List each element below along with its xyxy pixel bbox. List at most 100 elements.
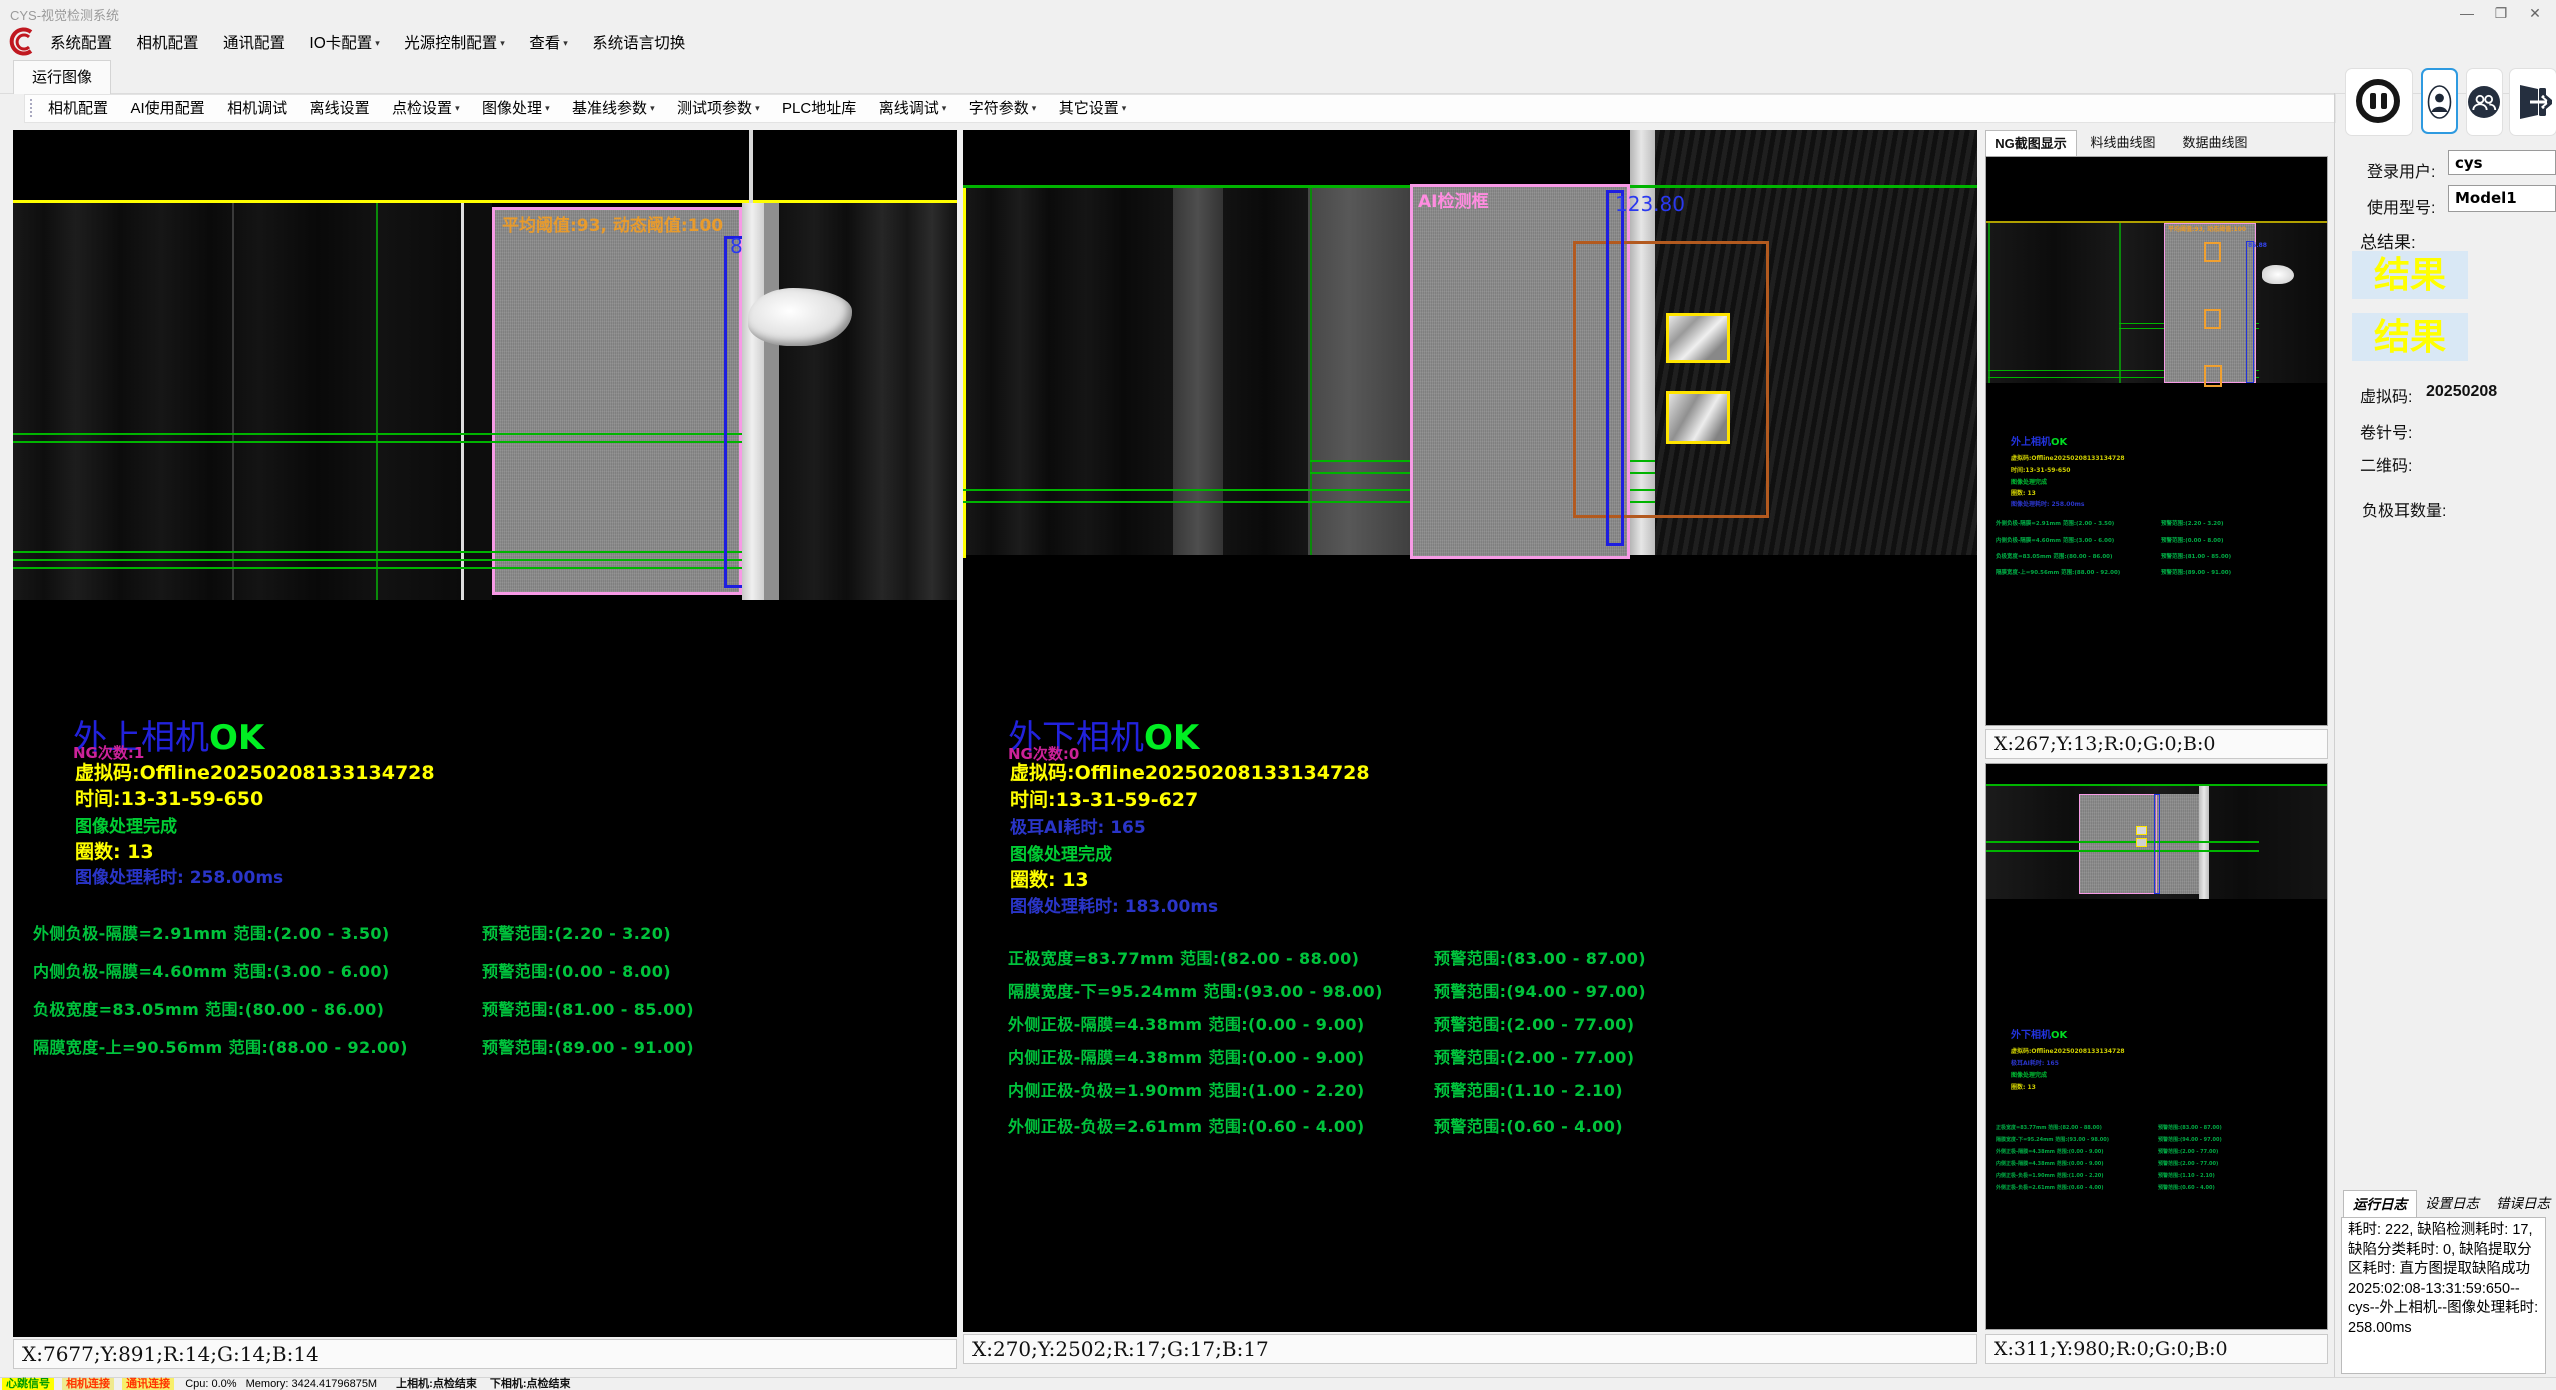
measurement-warn: 预警范围:(0.60 - 4.00) (1434, 1113, 1623, 1137)
tab-material-curve[interactable]: 料线曲线图 (2079, 130, 2167, 155)
mini-green-vline (1988, 223, 1990, 383)
menu-item-camera-config[interactable]: 相机配置 (126, 28, 208, 60)
tab-data-curve[interactable]: 数据曲线图 (2171, 130, 2259, 155)
user-button[interactable] (2421, 68, 2458, 134)
mini-blue-value: 85.88 (2248, 242, 2267, 249)
mini-meas: 内侧负极-隔膜=4.60mm 范围:(3.00 - 6.00) (1996, 536, 2114, 544)
menu-item-io-config[interactable]: IO卡配置▾ (299, 27, 389, 60)
toolbar-other-settings[interactable]: 其它设置▾ (1050, 95, 1136, 122)
toolbar-offline-debug[interactable]: 离线调试▾ (870, 95, 956, 122)
mini-film (1986, 223, 2327, 383)
time-line: 时间:13-31-59-650 (75, 784, 263, 811)
menu-item-language-switch[interactable]: 系统语言切换 (582, 28, 695, 60)
run-image-tab[interactable]: 运行图像 (13, 60, 111, 94)
pause-button[interactable] (2345, 68, 2413, 136)
menu-item-view[interactable]: 查看▾ (519, 27, 578, 60)
close-button[interactable]: ✕ (2518, 3, 2552, 23)
chevron-down-icon: ▾ (1032, 103, 1037, 113)
time-line: 时间:13-31-59-627 (1010, 785, 1198, 812)
measurement-row: 内侧正极-负极=1.90mm 范围:(1.00 - 2.20) (1008, 1077, 1365, 1101)
window-title: CYS-视觉检测系统 (10, 5, 119, 24)
chevron-down-icon: ▾ (1122, 103, 1127, 113)
gap-dark (464, 203, 492, 600)
measurement-warn: 预警范围:(0.00 - 8.00) (482, 958, 671, 982)
mini-meas: 外侧正极-隔膜=4.38mm 范围:(0.00 - 9.00) (1996, 1148, 2104, 1155)
ng-preview-2[interactable]: 外下相机OK 虚拟码:Offline20250208133134728 极耳AI… (1985, 763, 2328, 1330)
membrane-bright-column (742, 203, 764, 600)
toolbar-baseline-params[interactable]: 基准线参数▾ (563, 95, 664, 122)
mini-line: 时间:13-31-59-650 (2011, 465, 2070, 474)
ng-preview-1[interactable]: 平均阈值:93, 动态阈值:100 85.88 外上相机OK 虚拟码:Offli… (1985, 156, 2328, 726)
model-value[interactable]: Model1 (2448, 185, 2556, 212)
measurement-row: 隔膜宽度-下=95.24mm 范围:(93.00 - 98.00) (1008, 978, 1383, 1002)
virtual-code-label: 虚拟码: (2360, 383, 2412, 407)
film-strip (1223, 188, 1308, 555)
result-badge-2: 结果 (2352, 313, 2468, 361)
measurement-row: 外侧正极-负极=2.61mm 范围:(0.60 - 4.00) (1008, 1113, 1365, 1137)
mini-meas: 预警范围:(89.00 - 91.00) (2161, 568, 2231, 576)
measurement-row: 负极宽度=83.05mm 范围:(80.00 - 86.00) (33, 996, 384, 1020)
blue-measure-value: 123.80 (1615, 192, 1685, 216)
ai-box-label: AI检测框 (1418, 187, 1488, 212)
yellow-defect-box (1666, 313, 1730, 363)
menu-bar: 系统配置 相机配置 通讯配置 IO卡配置▾ 光源控制配置▾ 查看▾ 系统语言切换 (0, 26, 2556, 60)
memory-usage: Memory: 3424.41796875M (246, 1378, 377, 1390)
toolbar-offline-settings[interactable]: 离线设置 (301, 96, 379, 122)
toolbar-plc-address[interactable]: PLC地址库 (773, 96, 865, 122)
tab-settings-log[interactable]: 设置日志 (2418, 1190, 2486, 1217)
mini-meas: 预警范围:(81.00 - 85.00) (2161, 552, 2231, 560)
faint-edge-line (232, 203, 234, 600)
login-user-value[interactable]: cys (2448, 150, 2556, 175)
mini-meas: 预警范围:(2.00 - 77.00) (2158, 1160, 2218, 1167)
measurement-row: 外侧正极-隔膜=4.38mm 范围:(0.00 - 9.00) (1008, 1011, 1365, 1035)
measurement-warn: 预警范围:(2.00 - 77.00) (1434, 1044, 1635, 1068)
chevron-down-icon: ▾ (500, 38, 505, 48)
minimize-button[interactable]: — (2450, 3, 2484, 23)
blue-measure-box (1606, 190, 1624, 546)
mini-orange-box (2204, 242, 2221, 262)
gray-band (1308, 188, 1410, 555)
toolbar-test-params[interactable]: 测试项参数▾ (668, 95, 769, 122)
mini-yellow-box (2136, 826, 2147, 835)
mini-meas: 预警范围:(1.10 - 2.10) (2158, 1172, 2215, 1179)
measurement-row: 内侧负极-隔膜=4.60mm 范围:(3.00 - 6.00) (33, 958, 390, 982)
process-done-line: 图像处理完成 (1010, 840, 1112, 865)
loop-count-line: 圈数: 13 (1010, 865, 1089, 892)
menu-item-system-config[interactable]: 系统配置 (40, 28, 122, 60)
measure-green-line (13, 567, 764, 569)
measurement-warn: 预警范围:(89.00 - 91.00) (482, 1034, 694, 1058)
title-bar: CYS-视觉检测系统 — ❐ ✕ (0, 0, 2556, 26)
toolbar-image-processing[interactable]: 图像处理▾ (473, 95, 559, 122)
toolbar-char-params[interactable]: 字符参数▾ (960, 95, 1046, 122)
chevron-down-icon: ▾ (375, 38, 380, 48)
gray-band (1173, 188, 1223, 555)
toolbar-spot-check[interactable]: 点检设置▾ (383, 95, 469, 122)
measurement-warn: 预警范围:(2.00 - 77.00) (1434, 1011, 1635, 1035)
tab-error-log[interactable]: 错误日志 (2489, 1190, 2556, 1217)
exit-icon (2516, 83, 2552, 126)
mini-glove (2262, 265, 2294, 284)
toolbar-camera-debug[interactable]: 相机调试 (218, 96, 296, 122)
chevron-down-icon: ▾ (942, 103, 947, 113)
right-camera-panel[interactable]: AI检测框 123.80 外下相机OK NG次数:0 虚拟码:Offline20… (963, 130, 1977, 1332)
menu-item-comm-config[interactable]: 通讯配置 (213, 28, 295, 60)
toolbar-camera-config[interactable]: 相机配置 (39, 96, 117, 122)
measurement-row: 隔膜宽度-上=90.56mm 范围:(88.00 - 92.00) (33, 1034, 408, 1058)
mini-yellow-box (2136, 838, 2147, 847)
maximize-button[interactable]: ❐ (2484, 3, 2518, 23)
user-group-button[interactable] (2466, 68, 2503, 136)
tab-ng-display[interactable]: NG截图显示 (1985, 130, 2077, 156)
exit-button[interactable] (2509, 68, 2556, 136)
mini-meas: 预警范围:(0.00 - 8.00) (2161, 536, 2223, 544)
menu-item-light-config[interactable]: 光源控制配置▾ (394, 27, 515, 60)
mini-orange-box (2204, 365, 2222, 387)
left-camera-panel[interactable]: 平均阈值:93, 动态阈值:100 85.88 外上相机OK NG次数:1 虚拟… (13, 130, 957, 1337)
film-strip-left (13, 203, 461, 600)
chevron-down-icon: ▾ (755, 103, 760, 113)
tab-run-log[interactable]: 运行日志 (2343, 1190, 2417, 1218)
ok-indicator: OK (209, 718, 264, 758)
cpu-usage: Cpu: 0.0% (185, 1378, 236, 1390)
toolbar-ai-config[interactable]: AI使用配置 (121, 96, 213, 122)
measurement-row: 内侧正极-隔膜=4.38mm 范围:(0.00 - 9.00) (1008, 1044, 1365, 1068)
log-text-area[interactable]: 耗时: 222, 缺陷检测耗时: 17, 缺陷分类耗时: 0, 缺陷提取分区耗时… (2341, 1217, 2546, 1374)
